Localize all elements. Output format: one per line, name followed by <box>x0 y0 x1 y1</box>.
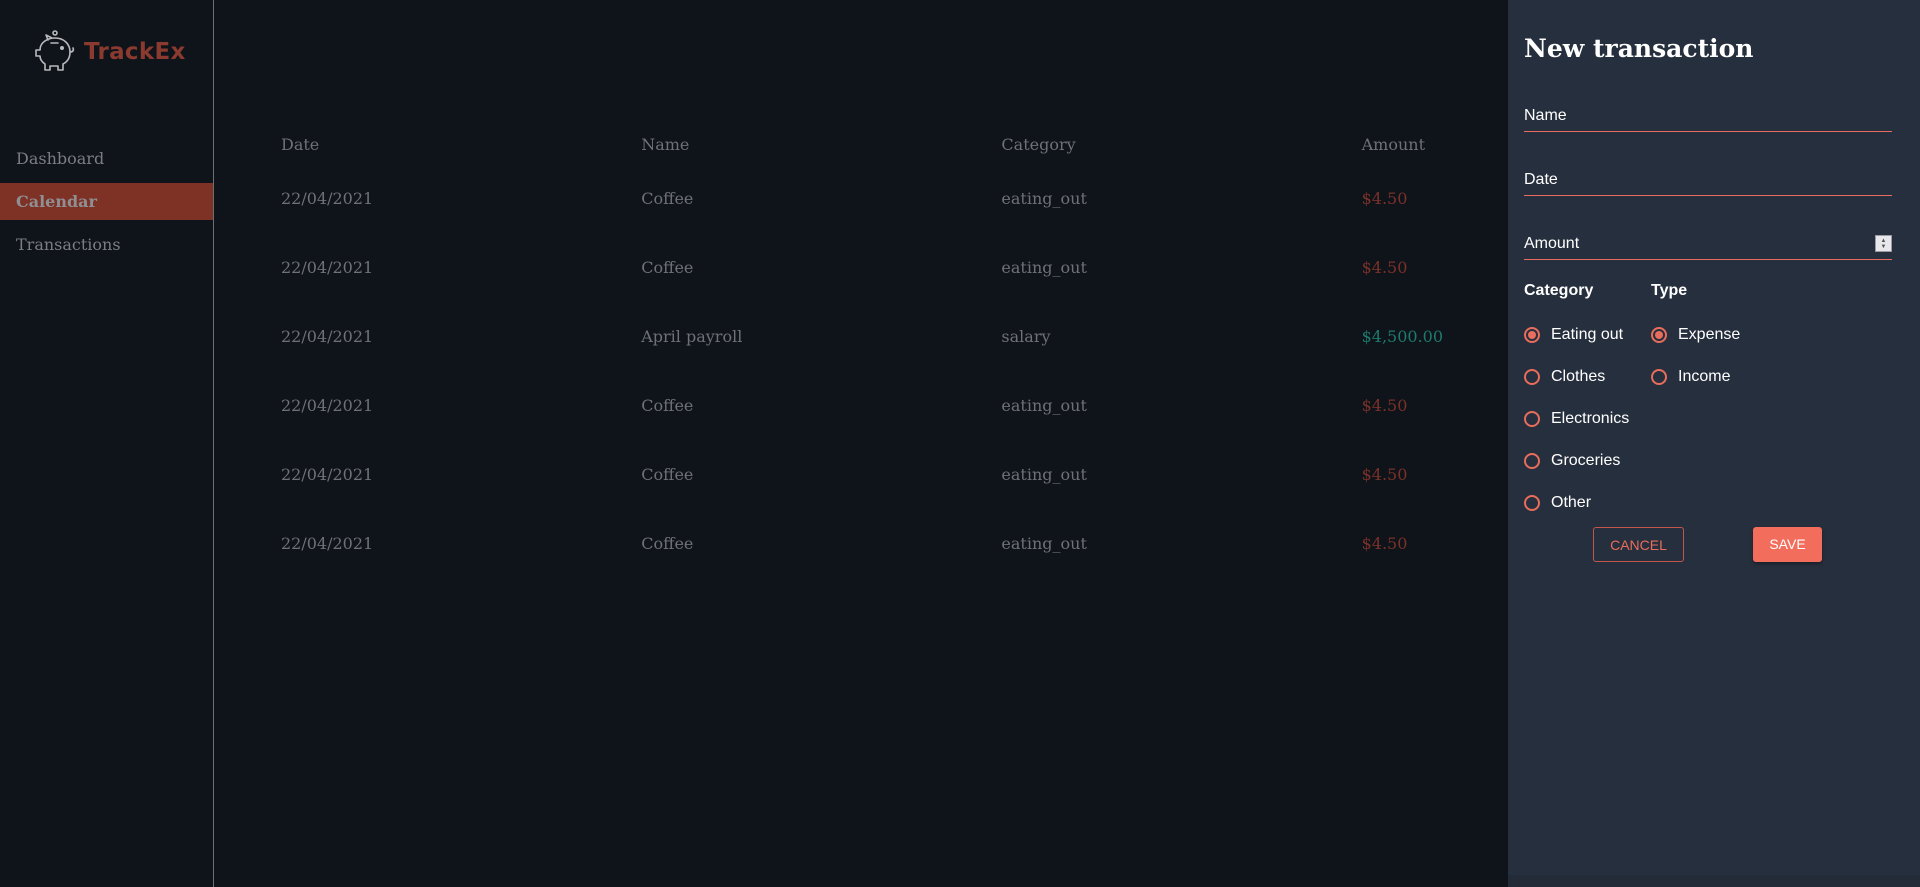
sidebar-item-dashboard[interactable]: Dashboard <box>0 140 213 177</box>
sidebar-item-calendar[interactable]: Calendar <box>0 183 213 220</box>
radio-unchecked-icon[interactable] <box>1651 369 1667 385</box>
cancel-button[interactable]: Cancel <box>1593 527 1684 562</box>
table-row[interactable]: 22/04/2021 Coffee eating_out $4.50 <box>281 440 1481 509</box>
chevron-down-icon[interactable]: ▼ <box>1881 244 1887 250</box>
name-field-wrapper <box>1524 103 1892 132</box>
cell-date: 22/04/2021 <box>281 396 374 415</box>
cell-category: eating_out <box>1001 189 1087 208</box>
radio-label: Income <box>1678 368 1731 385</box>
main-content: Date Name Category Amount 22/04/2021 Cof… <box>215 0 1508 887</box>
sidebar-nav: Dashboard Calendar Transactions <box>0 140 213 269</box>
amount-input[interactable] <box>1524 231 1864 257</box>
table-row[interactable]: 22/04/2021 Coffee eating_out $4.50 <box>281 164 1481 233</box>
radio-label: Other <box>1551 494 1592 511</box>
type-option-income[interactable]: Income <box>1651 368 1730 386</box>
cell-name: Coffee <box>641 258 694 277</box>
cell-date: 22/04/2021 <box>281 465 374 484</box>
save-button[interactable]: Save <box>1753 527 1822 562</box>
sidebar-item-transactions[interactable]: Transactions <box>0 226 213 263</box>
cell-category: salary <box>1001 327 1051 346</box>
piggy-bank-icon <box>30 30 76 74</box>
table-row[interactable]: 22/04/2021 Coffee eating_out $4.50 <box>281 233 1481 302</box>
cell-date: 22/04/2021 <box>281 327 374 346</box>
cell-name: Coffee <box>641 396 694 415</box>
app-name: TrackEx <box>84 39 186 65</box>
app-root: TrackEx Dashboard Calendar Transactions … <box>0 0 1920 887</box>
cell-category: eating_out <box>1001 465 1087 484</box>
date-input[interactable] <box>1524 167 1864 193</box>
sidebar: TrackEx Dashboard Calendar Transactions <box>0 0 214 887</box>
new-transaction-panel: New transaction ▲ ▼ Category Eating out … <box>1508 0 1920 887</box>
table-row[interactable]: 22/04/2021 April payroll salary $4,500.0… <box>281 302 1481 371</box>
column-header-name: Name <box>641 134 690 154</box>
cell-name: Coffee <box>641 189 694 208</box>
cell-name: Coffee <box>641 465 694 484</box>
type-option-expense[interactable]: Expense <box>1651 326 1740 344</box>
cell-date: 22/04/2021 <box>281 534 374 553</box>
radio-unchecked-icon[interactable] <box>1524 369 1540 385</box>
amount-stepper[interactable]: ▲ ▼ <box>1875 235 1892 252</box>
radio-label: Eating out <box>1551 326 1624 343</box>
cell-name: Coffee <box>641 534 694 553</box>
cell-amount: $4.50 <box>1361 258 1408 277</box>
cell-category: eating_out <box>1001 258 1087 277</box>
table-row[interactable]: 22/04/2021 Coffee eating_out $4.50 <box>281 509 1481 578</box>
table-row[interactable]: 22/04/2021 Coffee eating_out $4.50 <box>281 371 1481 440</box>
type-group-title: Type <box>1651 282 1688 299</box>
amount-field-wrapper: ▲ ▼ <box>1524 231 1892 260</box>
column-header-amount: Amount <box>1361 134 1426 154</box>
radio-unchecked-icon[interactable] <box>1524 495 1540 511</box>
radio-label: Clothes <box>1551 368 1606 385</box>
column-header-date: Date <box>281 134 320 154</box>
cell-category: eating_out <box>1001 534 1087 553</box>
category-option-groceries[interactable]: Groceries <box>1524 452 1620 470</box>
logo[interactable]: TrackEx <box>30 30 186 74</box>
cell-date: 22/04/2021 <box>281 258 374 277</box>
cell-amount: $4.50 <box>1361 534 1408 553</box>
cell-amount: $4,500.00 <box>1361 327 1444 346</box>
panel-footer-strip <box>1508 875 1920 887</box>
cell-date: 22/04/2021 <box>281 189 374 208</box>
category-group-title: Category <box>1524 282 1594 299</box>
panel-title: New transaction <box>1524 34 1754 63</box>
radio-label: Groceries <box>1551 452 1621 469</box>
date-field-wrapper <box>1524 167 1892 196</box>
radio-checked-icon[interactable] <box>1524 327 1540 343</box>
category-option-electronics[interactable]: Electronics <box>1524 410 1629 428</box>
cell-name: April payroll <box>641 327 743 346</box>
radio-label: Electronics <box>1551 410 1630 427</box>
cell-category: eating_out <box>1001 396 1087 415</box>
table-header: Date Name Category Amount <box>281 124 1481 164</box>
cell-amount: $4.50 <box>1361 189 1408 208</box>
cell-amount: $4.50 <box>1361 396 1408 415</box>
cell-amount: $4.50 <box>1361 465 1408 484</box>
name-input[interactable] <box>1524 103 1864 129</box>
radio-unchecked-icon[interactable] <box>1524 453 1540 469</box>
transactions-table: Date Name Category Amount 22/04/2021 Cof… <box>281 124 1481 578</box>
category-option-other[interactable]: Other <box>1524 494 1591 512</box>
radio-label: Expense <box>1678 326 1741 343</box>
radio-unchecked-icon[interactable] <box>1524 411 1540 427</box>
column-header-category: Category <box>1001 134 1076 154</box>
radio-checked-icon[interactable] <box>1651 327 1667 343</box>
category-option-eating-out[interactable]: Eating out <box>1524 326 1623 344</box>
category-option-clothes[interactable]: Clothes <box>1524 368 1605 386</box>
